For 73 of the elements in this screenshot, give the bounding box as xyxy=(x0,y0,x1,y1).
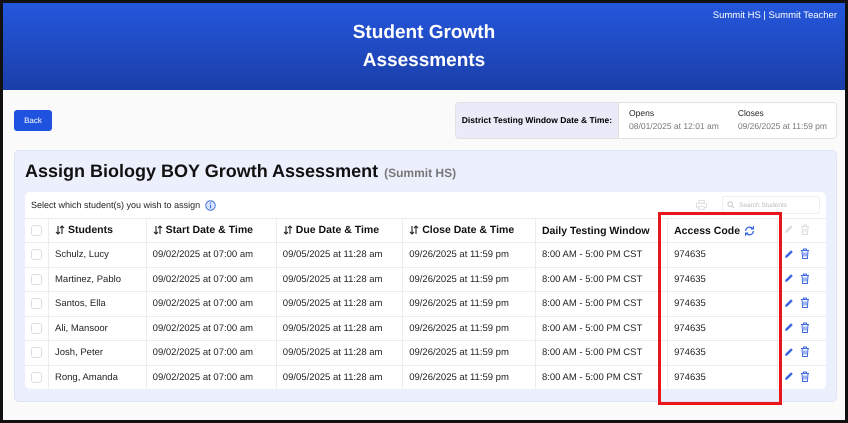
table-cell: 09/05/2025 at 11:28 am xyxy=(276,292,403,316)
sort-icon[interactable] xyxy=(409,224,420,234)
opens-value: 08/01/2025 at 12:01 am xyxy=(629,120,719,130)
trash-icon[interactable] xyxy=(800,297,810,308)
table-cell: 09/02/2025 at 07:00 am xyxy=(146,340,276,365)
sort-icon[interactable] xyxy=(282,224,293,234)
table-cell: 09/26/2025 at 11:59 pm xyxy=(402,292,536,316)
trash-icon[interactable] xyxy=(800,272,810,284)
trash-icon[interactable] xyxy=(800,346,810,357)
table-cell: 09/05/2025 at 11:28 am xyxy=(276,316,403,340)
closes-value: 09/26/2025 at 11:59 pm xyxy=(738,120,827,130)
table-cell: 8:00 AM - 5:00 PM CST xyxy=(535,340,668,365)
row-checkbox[interactable] xyxy=(31,347,42,358)
table-cell: Martinez, Pablo xyxy=(48,267,146,292)
table-cell: 974635 xyxy=(668,316,778,340)
sort-icon[interactable] xyxy=(152,224,163,234)
back-button[interactable]: Back xyxy=(14,110,52,130)
assessment-title: Assign Biology BOY Growth Assessment xyxy=(25,161,378,182)
table-cell: 09/26/2025 at 11:59 pm xyxy=(402,267,536,292)
table-cell: 974635 xyxy=(668,267,778,292)
instruction-text: Select which student(s) you wish to assign xyxy=(31,200,200,210)
table-cell: Santos, Ella xyxy=(48,292,146,316)
row-checkbox[interactable] xyxy=(31,274,42,285)
table-cell: Ali, Mansoor xyxy=(48,316,146,340)
info-icon[interactable] xyxy=(205,200,216,210)
row-checkbox[interactable] xyxy=(31,298,42,310)
sort-icon[interactable] xyxy=(55,224,65,234)
column-header: Start Date & Time xyxy=(166,224,254,236)
row-checkbox[interactable] xyxy=(31,322,42,334)
trash-icon[interactable] xyxy=(800,370,810,382)
column-header: Students xyxy=(68,224,113,236)
select-all-checkbox[interactable] xyxy=(31,225,42,236)
table-cell: Josh, Peter xyxy=(48,340,146,365)
table-cell: 8:00 AM - 5:00 PM CST xyxy=(535,292,668,316)
row-checkbox[interactable] xyxy=(31,372,42,383)
closes-label: Closes xyxy=(738,108,765,118)
search-icon xyxy=(727,201,735,209)
pencil-icon[interactable] xyxy=(784,371,794,381)
column-header: Access Code xyxy=(674,224,740,236)
refresh-icon[interactable] xyxy=(743,224,756,236)
pencil-icon[interactable] xyxy=(784,346,794,356)
trash-icon[interactable] xyxy=(800,322,810,332)
table-cell: 09/26/2025 at 11:59 pm xyxy=(402,340,536,365)
pencil-icon[interactable] xyxy=(784,322,794,332)
table-cell: 8:00 AM - 5:00 PM CST xyxy=(535,316,668,340)
table-cell: 974635 xyxy=(668,340,778,365)
table-cell: 09/02/2025 at 07:00 am xyxy=(146,267,276,292)
table-cell: 09/02/2025 at 07:00 am xyxy=(146,242,276,267)
table-cell: 8:00 AM - 5:00 PM CST xyxy=(535,267,668,292)
table-cell: 09/26/2025 at 11:59 pm xyxy=(402,242,536,267)
table-cell: 8:00 AM - 5:00 PM CST xyxy=(535,242,668,267)
user-label: Summit HS | Summit Teacher xyxy=(712,10,837,21)
table-cell: 09/26/2025 at 11:59 pm xyxy=(402,316,536,340)
table-cell: 09/02/2025 at 07:00 am xyxy=(146,292,276,316)
table-cell: 974635 xyxy=(668,242,778,267)
table-cell: 974635 xyxy=(668,292,778,316)
pencil-icon[interactable] xyxy=(784,248,794,258)
table-cell: 09/05/2025 at 11:28 am xyxy=(276,267,403,292)
opens-label: Opens xyxy=(629,108,656,118)
pencil-icon[interactable] xyxy=(784,298,794,308)
column-header: Close Date & Time xyxy=(422,224,514,236)
school-label: (Summit HS) xyxy=(384,166,456,180)
table-cell: Schulz, Lucy xyxy=(48,242,146,267)
pencil-icon[interactable] xyxy=(784,273,794,283)
page-title: Student Growth Assessments xyxy=(352,20,496,72)
column-header: Daily Testing Window xyxy=(542,224,650,236)
row-checkbox[interactable] xyxy=(31,249,42,260)
table-cell: 09/05/2025 at 11:28 am xyxy=(276,340,403,365)
trash-icon[interactable] xyxy=(800,248,810,259)
table-cell: 09/05/2025 at 11:28 am xyxy=(276,242,403,267)
table-cell: 09/02/2025 at 07:00 am xyxy=(146,316,276,340)
column-header: Due Date & Time xyxy=(296,224,380,236)
testing-window-label: District Testing Window Date & Time: xyxy=(456,102,620,138)
